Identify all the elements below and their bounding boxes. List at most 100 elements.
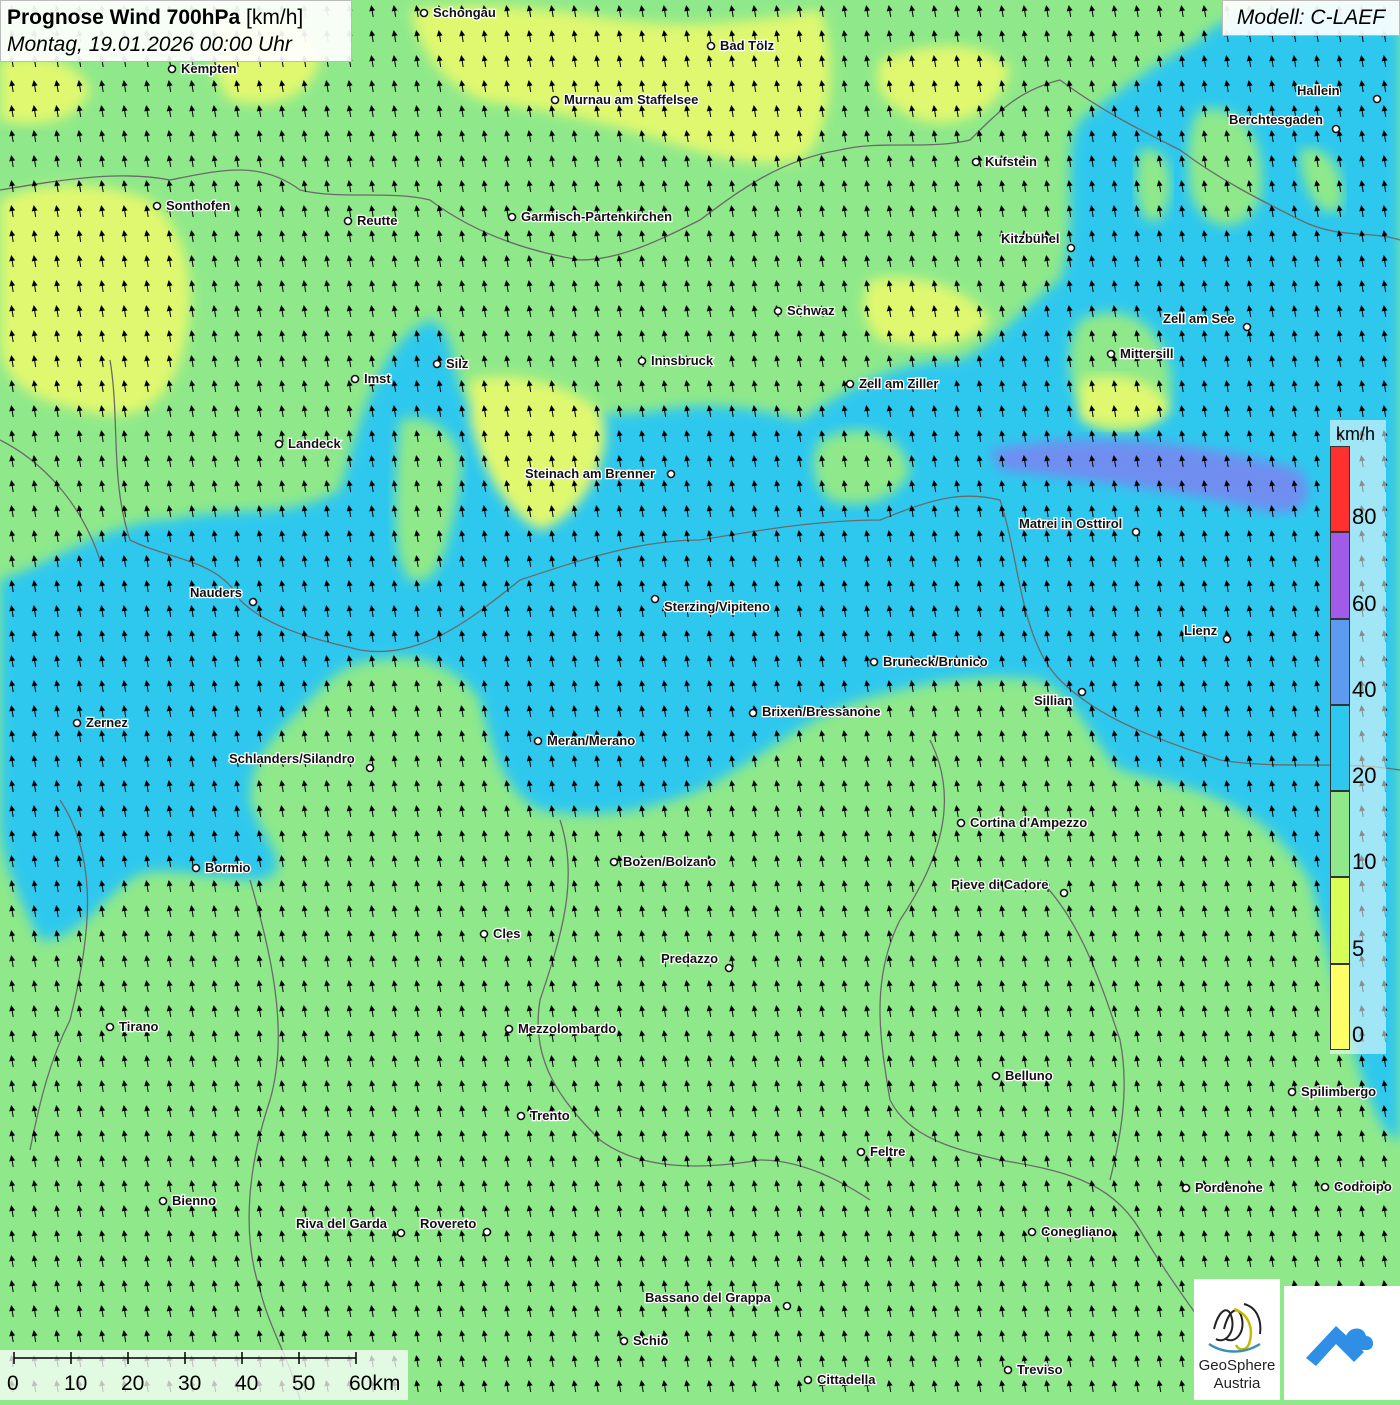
city-label: Riva del Garda xyxy=(296,1216,388,1231)
city-dot xyxy=(1066,243,1076,253)
city-dot xyxy=(550,95,560,105)
city-label: Pieve di Cadore xyxy=(951,877,1049,892)
city-label: Kempten xyxy=(181,61,237,76)
city-label: Belluno xyxy=(1005,1068,1053,1083)
geosphere-emblem-icon xyxy=(1208,1303,1262,1353)
legend-color-80 xyxy=(1330,446,1350,533)
city-label: Pordenone xyxy=(1195,1180,1263,1195)
city-dot xyxy=(666,469,676,479)
city-dot xyxy=(748,708,758,718)
city-dot xyxy=(507,212,517,222)
city-dot xyxy=(637,356,647,366)
city-dot xyxy=(105,1022,115,1032)
city-label: Bormio xyxy=(205,860,251,875)
city-dot xyxy=(619,1336,629,1346)
city-label: Predazzo xyxy=(661,951,718,966)
color-legend: km/h 0 5 10 20 40 60 80 xyxy=(1330,420,1386,1054)
city-dot xyxy=(1372,94,1382,104)
city-dot xyxy=(1287,1087,1297,1097)
city-label: Schwaz xyxy=(787,303,835,318)
city-dot xyxy=(1106,349,1116,359)
city-label: Kufstein xyxy=(985,154,1037,169)
city-dot xyxy=(650,594,660,604)
city-dot xyxy=(1059,888,1069,898)
city-label: Imst xyxy=(364,371,391,386)
city-label: Kitzbühel xyxy=(1001,231,1060,246)
city-label: Meran/Merano xyxy=(547,733,635,748)
weather-app-logo xyxy=(1284,1286,1400,1400)
city-label: Nauders xyxy=(190,585,242,600)
city-dot xyxy=(343,216,353,226)
city-dot xyxy=(1222,634,1232,644)
city-dot xyxy=(274,439,284,449)
city-dot xyxy=(152,201,162,211)
city-dot xyxy=(1331,124,1341,134)
city-dot xyxy=(724,963,734,973)
city-label: Rovereto xyxy=(420,1216,476,1231)
city-label: Matrei in Osttirol xyxy=(1019,516,1122,531)
legend-label-80: 80 xyxy=(1352,504,1377,530)
city-dot xyxy=(856,1147,866,1157)
city-dot xyxy=(72,718,82,728)
city-dot xyxy=(991,1071,1001,1081)
city-dot xyxy=(1003,1365,1013,1375)
city-label: Tirano xyxy=(119,1019,159,1034)
scalebar-label: 40 xyxy=(235,1372,259,1395)
city-dot xyxy=(956,818,966,828)
city-dot xyxy=(350,374,360,384)
city-label: Sonthofen xyxy=(166,198,230,213)
forecast-date: Montag, 19.01.2026 00:00 Uhr xyxy=(7,33,292,56)
city-dot xyxy=(191,863,201,873)
city-label: Brixen/Bressanone xyxy=(762,704,881,719)
city-label: Codroipo xyxy=(1334,1179,1392,1194)
city-label: Bad Tölz xyxy=(720,38,775,53)
wind-map: Schongau Bad Tölz Kempten Murnau am Staffel… xyxy=(0,0,1400,1400)
city-dot xyxy=(419,8,429,18)
geosphere-logo: GeoSphere Austria xyxy=(1194,1279,1280,1400)
distance-scalebar: 0 10 20 30 40 50 60km xyxy=(0,1350,408,1400)
scalebar-label: 30 xyxy=(178,1372,202,1395)
city-label: Zernez xyxy=(86,715,128,730)
city-dot xyxy=(432,359,442,369)
city-dot xyxy=(1320,1182,1330,1192)
city-label: Murnau am Staffelsee xyxy=(564,92,698,107)
city-dot xyxy=(1077,687,1087,697)
city-label: Silz xyxy=(446,356,469,371)
city-dot xyxy=(773,306,783,316)
city-label: Innsbruck xyxy=(651,353,714,368)
city-dot xyxy=(396,1228,406,1238)
city-dot xyxy=(706,41,716,51)
legend-color-5 xyxy=(1330,877,1350,964)
city-label: Sillian xyxy=(1034,693,1072,708)
city-label: Cortina d'Ampezzo xyxy=(970,815,1087,830)
city-label: Schongau xyxy=(433,5,496,20)
city-label: Lienz xyxy=(1184,623,1218,638)
city-label: Treviso xyxy=(1017,1362,1063,1377)
scalebar-label: 60km xyxy=(349,1372,401,1395)
city-dot xyxy=(365,763,375,773)
city-dot xyxy=(1027,1227,1037,1237)
mountain-cloud-icon xyxy=(1306,1326,1374,1366)
legend-label-60: 60 xyxy=(1352,590,1377,616)
legend-color-0 xyxy=(1330,963,1350,1050)
city-label: Berchtesgaden xyxy=(1229,112,1323,127)
scalebar-line xyxy=(13,1352,357,1364)
legend-color-40 xyxy=(1330,618,1350,705)
scalebar-label: 0 xyxy=(7,1372,19,1395)
city-dot xyxy=(167,64,177,74)
legend-label-40: 40 xyxy=(1352,676,1377,702)
city-dot xyxy=(971,157,981,167)
city-label: Spilimbergo xyxy=(1301,1084,1376,1099)
city-dot xyxy=(533,736,543,746)
city-label: Schio xyxy=(633,1333,668,1348)
city-dot xyxy=(782,1301,792,1311)
yellow-wind-zone xyxy=(0,185,190,415)
scalebar-label: 50 xyxy=(292,1372,316,1395)
legend-label-0: 0 xyxy=(1352,1022,1365,1047)
model-label: Modell: C-LAEF xyxy=(1222,0,1400,36)
city-label: Steinach am Brenner xyxy=(525,466,655,481)
map-title-main: Prognose Wind 700hPa xyxy=(7,6,241,29)
city-label: Trento xyxy=(530,1108,570,1123)
legend-color-60 xyxy=(1330,532,1350,619)
city-label: Reutte xyxy=(357,213,397,228)
